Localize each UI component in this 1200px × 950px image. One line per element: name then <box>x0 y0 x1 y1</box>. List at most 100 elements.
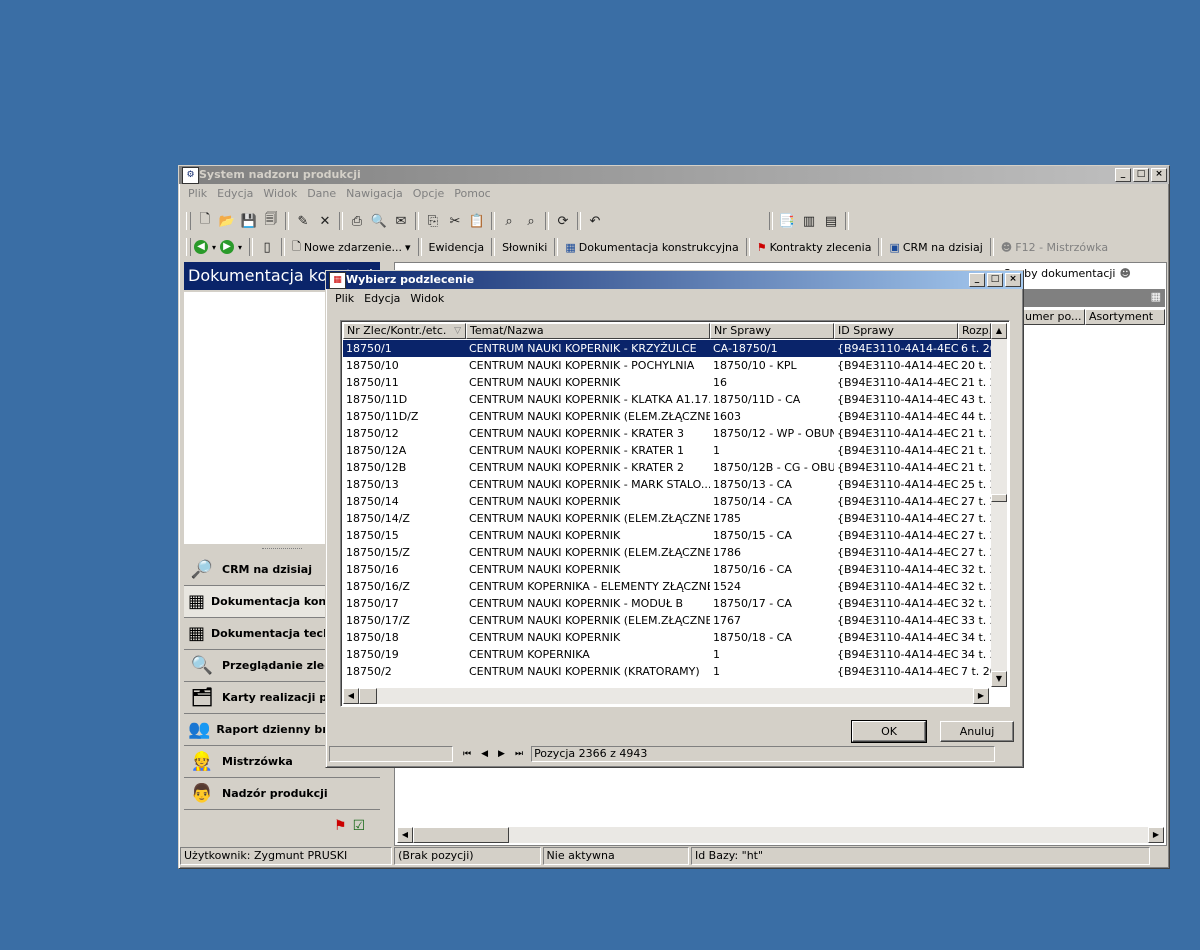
new-event-button[interactable]: 🗋 Nowe zdarzenie... ▾ <box>288 238 414 257</box>
forward-icon[interactable]: ▶ <box>220 240 235 254</box>
table-row[interactable]: 18750/11D CENTRUM NAUKI KOPERNIK - KLATKA… <box>343 391 991 408</box>
dialog-menu-plik[interactable]: Plik <box>330 292 359 305</box>
ok-button[interactable]: OK <box>851 720 927 743</box>
horizontal-scrollbar[interactable]: ◀ ▶ <box>343 688 989 704</box>
table-row[interactable]: 18750/12A CENTRUM NAUKI KOPERNIK - KRATER… <box>343 442 991 459</box>
dialog-titlebar[interactable]: ▦ Wybierz podzlecenie _ □ × <box>326 271 1023 289</box>
undo-icon[interactable]: ↶ <box>586 212 604 230</box>
vertical-scrollbar[interactable]: ▲ ▼ <box>991 323 1007 687</box>
column-header-rozp[interactable]: Rozp. <box>958 323 991 339</box>
menu-plik[interactable]: Plik <box>183 187 212 200</box>
find-icon[interactable]: ⌕ <box>500 212 518 230</box>
table-row[interactable]: 18750/11D/Z CENTRUM NAUKI KOPERNIK (ELEM.… <box>343 408 991 425</box>
menu-edycja[interactable]: Edycja <box>212 187 258 200</box>
first-record-icon[interactable]: ⏮ <box>463 749 471 759</box>
clipboard-icon[interactable]: 📑 <box>778 212 796 230</box>
column-header-nr-sprawy[interactable]: Nr Sprawy <box>710 323 834 339</box>
crm-button[interactable]: ▣ CRM na dzisiaj <box>885 241 986 254</box>
splitter-grip[interactable] <box>262 548 302 552</box>
print-icon[interactable]: ⎙ <box>348 212 366 230</box>
save-icon[interactable]: 💾 <box>240 212 258 230</box>
dialog-menu-widok[interactable]: Widok <box>405 292 449 305</box>
toolbar-grip[interactable] <box>186 212 191 230</box>
menu-nawigacja[interactable]: Nawigacja <box>341 187 408 200</box>
close-button[interactable]: × <box>1151 168 1167 182</box>
dialog-close-button[interactable]: × <box>1005 273 1021 287</box>
checklist-icon[interactable]: ☑ <box>353 818 366 834</box>
menu-opcje[interactable]: Opcje <box>408 187 450 200</box>
menu-dane[interactable]: Dane <box>302 187 341 200</box>
scroll-left-icon[interactable]: ◀ <box>343 688 359 704</box>
maximize-button[interactable]: □ <box>1133 168 1149 182</box>
properties-icon[interactable]: 🗐 <box>262 212 280 230</box>
new-file-icon[interactable]: 🗋 <box>196 212 214 230</box>
print-preview-icon[interactable]: 🔍 <box>370 212 388 230</box>
table-row[interactable]: 18750/16/Z CENTRUM KOPERNIKA - ELEMENTY Z… <box>343 578 991 595</box>
scroll-thumb[interactable] <box>359 688 377 704</box>
dokumentacja-konstrukcyjna-button[interactable]: ▦ Dokumentacja konstrukcyjna <box>561 241 742 254</box>
dialog-maximize-button[interactable]: □ <box>987 273 1003 287</box>
resize-grip-icon[interactable] <box>1152 847 1166 865</box>
open-folder-icon[interactable]: 📂 <box>218 212 236 230</box>
dialog-menu-edycja[interactable]: Edycja <box>359 292 405 305</box>
back-dropdown-icon[interactable]: ▾ <box>212 243 216 252</box>
mistrzowka-button[interactable]: ☻ F12 - Mistrzówka <box>997 241 1112 254</box>
table-row[interactable]: 18750/14/Z CENTRUM NAUKI KOPERNIK (ELEM.Z… <box>343 510 991 527</box>
layout-icon[interactable]: ▤ <box>822 212 840 230</box>
table-row[interactable]: 18750/10 CENTRUM NAUKI KOPERNIK - POCHYLN… <box>343 357 991 374</box>
scroll-right-icon[interactable]: ▶ <box>1148 827 1164 843</box>
table-row[interactable]: 18750/12B CENTRUM NAUKI KOPERNIK - KRATER… <box>343 459 991 476</box>
copy-icon[interactable]: ⎘ <box>424 212 442 230</box>
column-header-id-sprawy[interactable]: ID Sprawy <box>834 323 958 339</box>
table-row[interactable]: 18750/13 CENTRUM NAUKI KOPERNIK - MARK ST… <box>343 476 991 493</box>
scroll-right-icon[interactable]: ▶ <box>973 688 989 704</box>
columns-icon[interactable]: ▥ <box>800 212 818 230</box>
column-header-asortyment[interactable]: Asortyment <box>1085 309 1165 325</box>
paste-icon[interactable]: 📋 <box>468 212 486 230</box>
toolbar-grip[interactable] <box>186 238 191 256</box>
column-header-nr-zlec[interactable]: Nr Zlec/Kontr./etc. ▽ <box>343 323 466 339</box>
back-icon[interactable]: ◀ <box>194 240 208 254</box>
table-row[interactable]: 18750/18 CENTRUM NAUKI KOPERNIK 18750/18 -… <box>343 629 991 646</box>
menu-widok[interactable]: Widok <box>258 187 302 200</box>
scroll-thumb[interactable] <box>991 494 1007 502</box>
table-row[interactable]: 18750/11 CENTRUM NAUKI KOPERNIK 16 {B94E311… <box>343 374 991 391</box>
last-record-icon[interactable]: ⏭ <box>515 749 523 759</box>
slowniki-button[interactable]: Słowniki <box>498 241 551 254</box>
delete-icon[interactable]: ✕ <box>316 212 334 230</box>
table-row[interactable]: 18750/12 CENTRUM NAUKI KOPERNIK - KRATER … <box>343 425 991 442</box>
prev-record-icon[interactable]: ◀ <box>481 749 488 759</box>
main-titlebar[interactable]: ⚙ System nadzoru produkcji _ □ × <box>179 166 1169 184</box>
contract-icon[interactable]: ⚑ <box>334 818 347 834</box>
kontrakty-zlecenia-button[interactable]: ⚑ Kontrakty zlecenia <box>753 241 876 254</box>
table-row[interactable]: 18750/17/Z CENTRUM NAUKI KOPERNIK (ELEM.Z… <box>343 612 991 629</box>
forward-dropdown-icon[interactable]: ▾ <box>238 243 242 252</box>
edit-icon[interactable]: ✎ <box>294 212 312 230</box>
horizontal-scrollbar[interactable]: ◀ ▶ <box>397 827 1164 843</box>
column-header-numer[interactable]: umer po... <box>1021 309 1085 325</box>
refresh-icon[interactable]: ⟳ <box>554 212 572 230</box>
scroll-thumb[interactable] <box>413 827 509 843</box>
cut-icon[interactable]: ✂ <box>446 212 464 230</box>
table-row[interactable]: 18750/1 CENTRUM NAUKI KOPERNIK - KRZYŻULC… <box>343 340 991 357</box>
find-next-icon[interactable]: ⌕ <box>522 212 540 230</box>
panel-toggle-icon[interactable]: ▯ <box>258 238 276 256</box>
table-row[interactable]: 18750/16 CENTRUM NAUKI KOPERNIK 18750/16 -… <box>343 561 991 578</box>
cancel-button[interactable]: Anuluj <box>940 721 1014 742</box>
table-row[interactable]: 18750/15 CENTRUM NAUKI KOPERNIK 18750/15 -… <box>343 527 991 544</box>
ewidencja-button[interactable]: Ewidencja <box>425 241 489 254</box>
dialog-minimize-button[interactable]: _ <box>969 273 985 287</box>
table-row[interactable]: 18750/19 CENTRUM KOPERNIKA 1 {B94E3110-4A14… <box>343 646 991 663</box>
table-row[interactable]: 18750/14 CENTRUM NAUKI KOPERNIK 18750/14 -… <box>343 493 991 510</box>
table-row[interactable]: 18750/2 CENTRUM NAUKI KOPERNIK (KRATORAMY… <box>343 663 991 680</box>
column-header-temat[interactable]: Temat/Nazwa <box>466 323 710 339</box>
menu-pomoc[interactable]: Pomoc <box>449 187 495 200</box>
nav-item-nadzor-produkcji[interactable]: 👨 Nadzór produkcji <box>184 778 380 810</box>
scroll-left-icon[interactable]: ◀ <box>397 827 413 843</box>
next-record-icon[interactable]: ▶ <box>498 749 505 759</box>
mail-icon[interactable]: ✉ <box>392 212 410 230</box>
grid-icon[interactable]: ▦ <box>1151 290 1161 303</box>
table-row[interactable]: 18750/15/Z CENTRUM NAUKI KOPERNIK (ELEM.Z… <box>343 544 991 561</box>
minimize-button[interactable]: _ <box>1115 168 1131 182</box>
table-row[interactable]: 18750/17 CENTRUM NAUKI KOPERNIK - MODUŁ B… <box>343 595 991 612</box>
